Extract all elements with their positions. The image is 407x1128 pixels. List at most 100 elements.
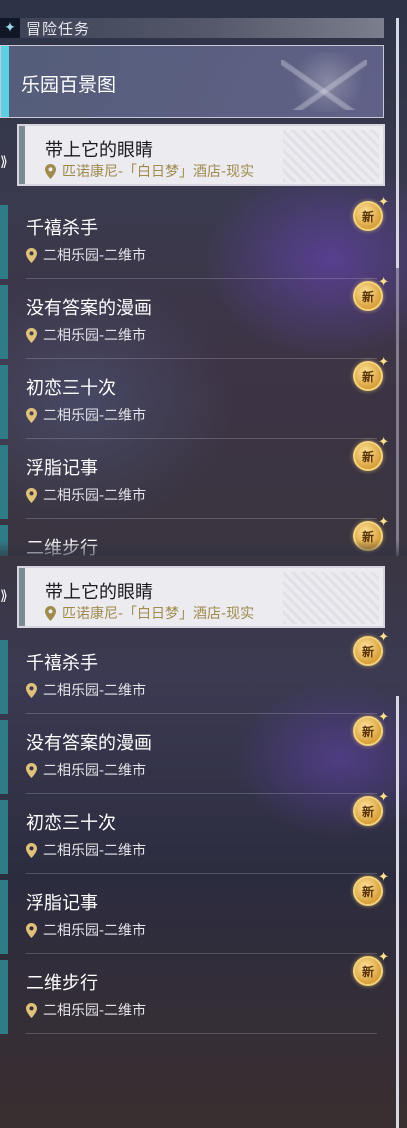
quest-location-text: 二相乐园-二维市 [43,923,147,939]
quest-item-bar [0,960,8,1034]
new-badge-label: 新 [361,884,374,899]
selected-quest-name-bottom: 带上它的眼睛 [45,582,153,603]
quest-list-top: ✦ 冒险任务 乐园百景图 ⟫ 带上它的眼睛 匹诺康尼-「白日梦」酒店-现实 千禧… [0,0,407,556]
sparkle-icon: ✦ [378,710,389,725]
location-pin-icon [45,605,56,621]
quest-location-text: 二相乐园-二维市 [43,763,147,779]
quest-item-bar [0,880,8,954]
selected-quest-bar-bottom [19,568,25,626]
quest-item-bar [0,800,8,874]
new-badge-label: 新 [361,804,374,819]
selected-quest-location-bottom: 匹诺康尼-「白日梦」酒店-现实 [45,603,254,623]
selected-arrow-icon-bottom: ⟫ [0,588,8,604]
quest-name: 千禧杀手 [26,653,98,674]
section-title: 冒险任务 [26,19,91,38]
quest-location: 二相乐园-二维市 [26,485,146,505]
location-pin-icon [26,407,37,423]
quest-name: 浮脂记事 [26,458,98,479]
location-pin-icon [26,247,37,263]
quest-separator [26,953,377,954]
location-pin-icon [26,487,37,503]
quest-location-text: 二相乐园-二维市 [43,843,147,859]
quest-list-item[interactable]: 初恋三十次二相乐园-二维市 新 ✦ [0,790,389,874]
selected-card-decoration [283,130,379,182]
quest-separator [26,873,377,874]
quest-name: 初恋三十次 [26,813,116,834]
scrollbar-thumb-top[interactable] [396,18,399,268]
quest-list-item[interactable]: 浮脂记事 二相乐园-二维市新 ✦ [0,870,389,954]
quest-item-bar [0,640,8,714]
sparkle-icon: ✦ [378,355,389,370]
quest-location: 二相乐园-二维市 [26,245,146,265]
sparkle-icon: ✦ [378,870,389,885]
quest-name: 千禧杀手 [26,218,98,239]
new-badge-label: 新 [361,644,374,659]
quest-location-text: 二相乐园-二维市 [43,488,147,504]
quest-separator [26,1033,377,1034]
new-badge-icon: 新 ✦ [353,195,389,231]
new-badge-icon: 新 ✦ [353,355,389,391]
quest-location-text: 二相乐园-二维市 [43,408,147,424]
quest-list-item[interactable]: 千禧杀手 二相乐园-二维市新 ✦ [0,195,389,279]
scrollbar-track-bottom[interactable] [396,696,399,1128]
diamond-sparkle-icon: ✦ [0,18,20,38]
quest-location-text: 二相乐园-二维市 [43,1003,147,1019]
new-badge-icon: 新 ✦ [353,870,389,906]
sparkle-icon: ✦ [378,515,389,530]
sparkle-icon: ✦ [378,950,389,965]
quest-name: 没有答案的漫画 [26,298,152,319]
category-accent-bar [1,46,9,117]
quest-list-item[interactable]: 没有答案的漫画 二相乐园-二维市新 ✦ [0,710,389,794]
location-pin-icon [26,762,37,778]
quest-list-item[interactable]: 没有答案的漫画 二相乐园-二维市新 ✦ [0,275,389,359]
scrollbar-track-top[interactable] [396,18,399,556]
selected-quest-card-bottom[interactable]: 带上它的眼睛 匹诺康尼-「白日梦」酒店-现实 [17,566,385,628]
quest-separator [26,793,377,794]
new-badge-label: 新 [361,289,374,304]
quest-location: 二相乐园-二维市 [26,840,146,860]
new-badge-icon: 新 ✦ [353,275,389,311]
quest-separator [26,518,377,519]
quest-list-item[interactable]: 二维步行 二相乐园-二维市新 ✦ [0,950,389,1034]
selected-quest-card[interactable]: 带上它的眼睛 匹诺康尼-「白日梦」酒店-现实 [17,124,385,186]
sparkle-icon: ✦ [378,275,389,290]
quest-location-text: 二相乐园-二维市 [43,683,147,699]
quest-item-bar [0,445,8,519]
location-pin-icon [45,163,56,179]
section-header: ✦ 冒险任务 [0,18,384,38]
sparkle-icon: ✦ [378,195,389,210]
location-pin-icon [26,842,37,858]
quest-list-item[interactable]: 初恋三十次 二相乐园-二维市新 ✦ [0,355,389,439]
sparkle-icon: ✦ [378,435,389,450]
location-pin-icon [26,922,37,938]
selected-quest-location-text-bottom: 匹诺康尼-「白日梦」酒店-现实 [62,606,255,622]
new-badge-icon: 新 ✦ [353,950,389,986]
quest-separator [26,713,377,714]
quest-location: 二相乐园-二维市 [26,405,146,425]
quest-separator [26,438,377,439]
quest-item-bar [0,205,8,279]
new-badge-icon: 新 ✦ [353,630,389,666]
quest-location-text: 二相乐园-二维市 [43,248,147,264]
quest-location: 二相乐园-二维市 [26,920,146,940]
new-badge-icon: 新 ✦ [353,790,389,826]
quest-location: 二相乐园-二维市 [26,680,146,700]
category-card[interactable]: 乐园百景图 [0,45,384,118]
quest-list-item[interactable]: 浮脂记事二相乐园-二维市 新 ✦ [0,435,389,519]
selected-arrow-icon: ⟫ [0,154,8,170]
quest-name: 初恋三十次 [26,378,116,399]
new-badge-icon: 新 ✦ [353,435,389,471]
scrollbar-thumb-bottom[interactable] [396,696,399,1128]
adventure-quest-panel: ✦ 冒险任务 乐园百景图 ⟫ 带上它的眼睛 匹诺康尼-「白日梦」酒店-现实 千禧… [0,0,407,1128]
selected-card-decoration [283,572,379,624]
quest-list-item[interactable]: 千禧杀手 二相乐园-二维市新 ✦ [0,630,389,714]
selected-quest-location-text: 匹诺康尼-「白日梦」酒店-现实 [62,164,255,180]
sparkle-icon: ✦ [378,630,389,645]
quest-name: 浮脂记事 [26,893,98,914]
new-badge-label: 新 [361,369,374,384]
category-emblem-icon [281,52,373,112]
new-badge-icon: 新 ✦ [353,710,389,746]
quest-location: 二相乐园-二维市 [26,1000,146,1020]
new-badge-label: 新 [361,964,374,979]
new-badge-label: 新 [361,209,374,224]
